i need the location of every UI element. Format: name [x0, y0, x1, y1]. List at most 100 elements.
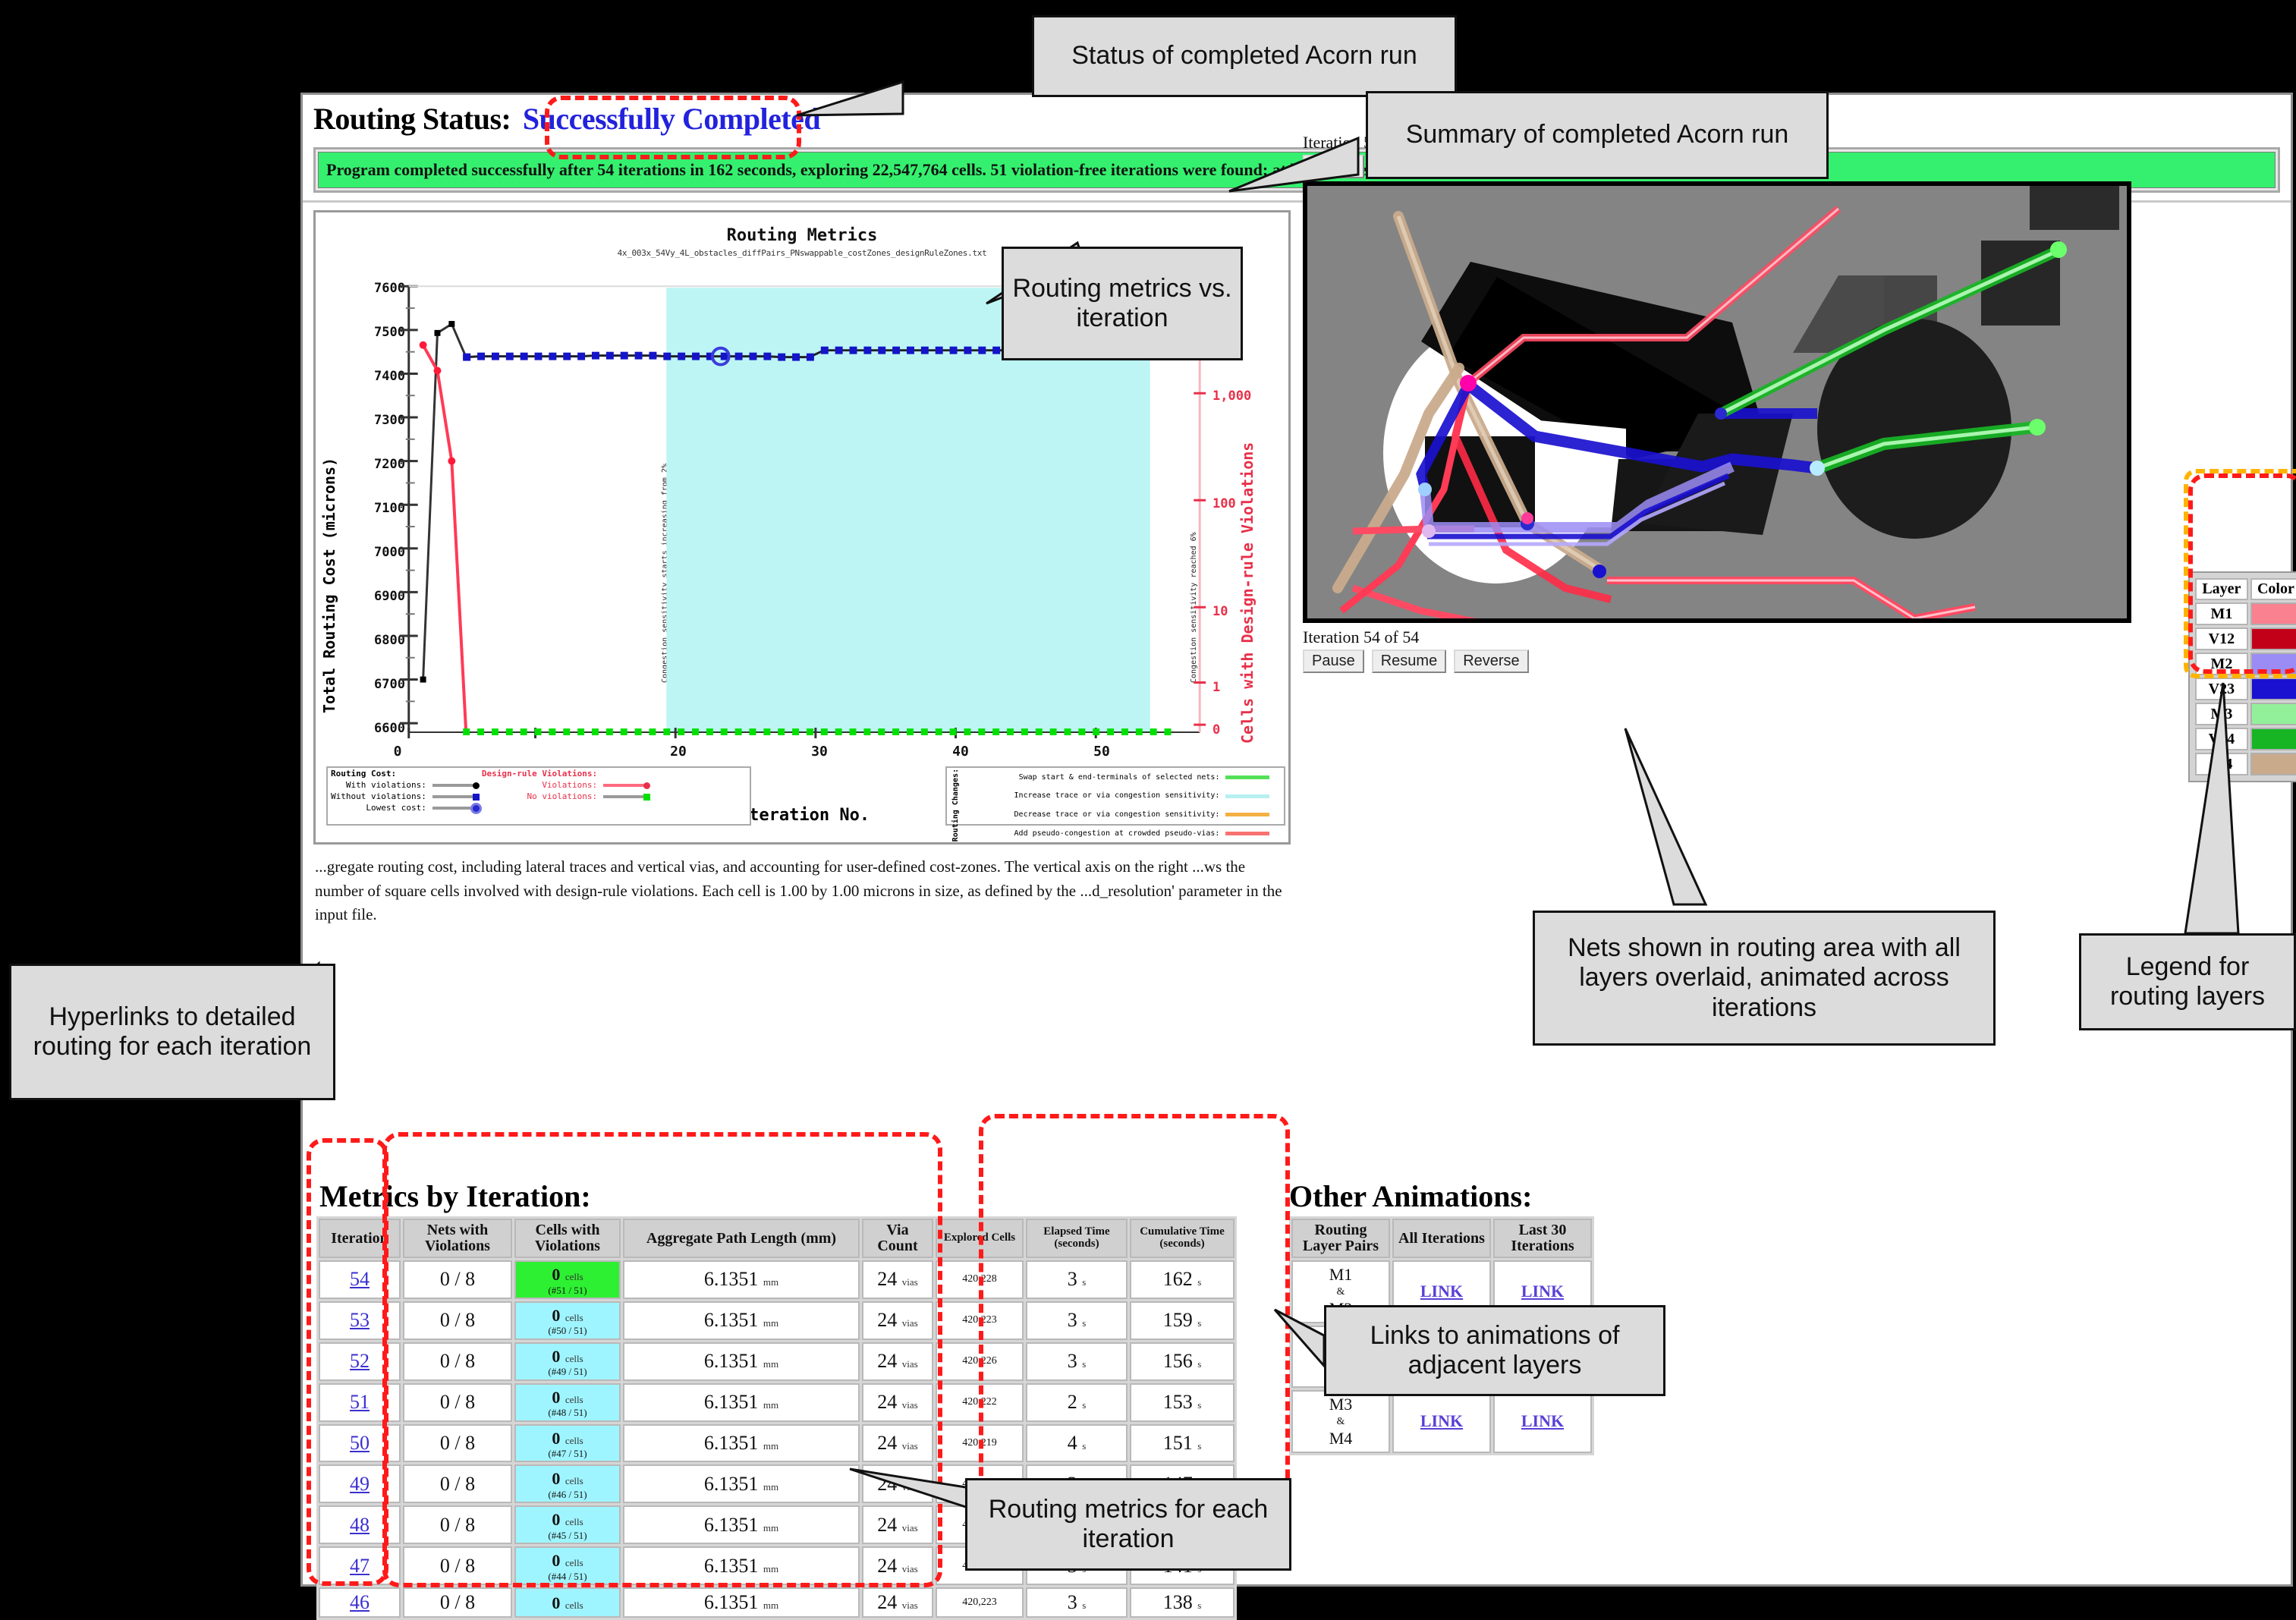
col-header-0: Iteration — [319, 1219, 401, 1258]
legend-change-increase: Increase trace or via congestion sensiti… — [1014, 791, 1220, 801]
cell-layer-pair: M3 & M4 — [1291, 1390, 1390, 1453]
callout-status: Status of completed Acorn run — [1032, 15, 1457, 97]
iteration-link[interactable]: 54 — [350, 1268, 370, 1290]
cell-via-count: 24 vias — [862, 1342, 933, 1381]
other-animations-heading: Other Animations: — [1289, 1179, 1533, 1213]
cell-nets: 0 / 8 — [403, 1587, 512, 1618]
table-row: 50 0 / 80 cells (#47 / 51) 6.1351 mm 24 vias… — [319, 1423, 1234, 1463]
all-iterations-link[interactable]: LINK — [1420, 1411, 1463, 1430]
cell-iteration[interactable]: 47 — [319, 1546, 401, 1586]
cell-iteration[interactable]: 52 — [319, 1342, 401, 1381]
cell-iteration[interactable]: 51 — [319, 1383, 401, 1422]
layer-legend-header-1: Color — [2250, 578, 2296, 600]
iteration-link[interactable]: 47 — [350, 1555, 370, 1577]
cell-explored: 420,228 — [936, 1260, 1024, 1299]
cell-violations: 0 cells — [514, 1587, 621, 1618]
legend-changes-title: Routing Changes: — [951, 769, 961, 842]
cell-path-length: 6.1351 mm — [623, 1383, 860, 1422]
layer-legend-header-0: Layer — [2195, 578, 2248, 600]
legend-drc-title: Design-rule Violations: — [481, 769, 598, 779]
iteration-link[interactable]: 46 — [350, 1591, 370, 1613]
layer-legend-row: M3 — [2195, 703, 2296, 725]
routing-status-label: Routing Status: — [313, 102, 511, 136]
iteration-link[interactable]: 52 — [350, 1350, 370, 1372]
cell-explored: 420,222 — [936, 1383, 1024, 1422]
iteration-link[interactable]: 50 — [350, 1432, 370, 1454]
cell-cumulative: 156 s — [1130, 1342, 1234, 1381]
all-iterations-link[interactable]: LINK — [1420, 1282, 1463, 1301]
cell-explored: 420,226 — [936, 1342, 1024, 1381]
cell-violations: 0 cells (#51 / 51) — [514, 1260, 621, 1299]
col-header-7: Cumulative Time (seconds) — [1130, 1219, 1234, 1258]
last30-link[interactable]: LINK — [1521, 1282, 1564, 1301]
cell-nets: 0 / 8 — [403, 1383, 512, 1422]
callout-hyperlinks: Hyperlinks to detailed routing for each … — [9, 964, 335, 1100]
legend-no-violations: No violations: — [527, 791, 598, 801]
cell-path-length: 6.1351 mm — [623, 1260, 860, 1299]
cell-nets: 0 / 8 — [403, 1464, 512, 1504]
cell-nets: 0 / 8 — [403, 1301, 512, 1340]
pause-button-top[interactable]: Pause — [1303, 155, 1364, 178]
cell-path-length: 6.1351 mm — [623, 1546, 860, 1586]
cell-elapsed: 3 s — [1026, 1587, 1128, 1618]
layer-color-swatch — [2250, 628, 2296, 650]
cell-explored: 420,223 — [936, 1587, 1024, 1618]
cell-nets: 0 / 8 — [403, 1342, 512, 1381]
cell-last30-iterations[interactable]: LINK — [1493, 1390, 1592, 1453]
cell-iteration[interactable]: 54 — [319, 1260, 401, 1299]
table-header-row: Iteration Nets with Violations Cells with … — [319, 1219, 1234, 1258]
iteration-link[interactable]: 48 — [350, 1514, 370, 1536]
cell-all-iterations[interactable]: LINK — [1392, 1390, 1491, 1453]
cell-via-count: 24 vias — [862, 1505, 933, 1545]
cell-violations: 0 cells (#45 / 51) — [514, 1505, 621, 1545]
anim-header-row: Routing Layer Pairs All Iterations Last 30… — [1291, 1219, 1592, 1258]
cell-iteration[interactable]: 53 — [319, 1301, 401, 1340]
layer-color-swatch — [2250, 653, 2296, 675]
last30-link[interactable]: LINK — [1521, 1411, 1564, 1430]
col-header-2: Cells with Violations — [514, 1219, 621, 1258]
layer-name: M4 — [2195, 753, 2248, 775]
cell-iteration[interactable]: 48 — [319, 1505, 401, 1545]
layer-color-swatch — [2250, 678, 2296, 700]
routing-area-image[interactable] — [1303, 181, 2131, 623]
iteration-link[interactable]: 49 — [350, 1473, 370, 1495]
cell-via-count: 24 vias — [862, 1423, 933, 1463]
cell-cumulative: 151 s — [1130, 1423, 1234, 1463]
cell-iteration[interactable]: 49 — [319, 1464, 401, 1504]
cell-via-count: 24 vias — [862, 1587, 933, 1618]
cell-elapsed: 3 s — [1026, 1301, 1128, 1340]
table-row: 54 0 / 80 cells (#51 / 51) 6.1351 mm 24 vias… — [319, 1260, 1234, 1299]
table-row: 46 0 / 80 cells 6.1351 mm 24 vias 420,223 3 s… — [319, 1587, 1234, 1618]
cell-iteration[interactable]: 50 — [319, 1423, 401, 1463]
iteration-link[interactable]: 53 — [350, 1309, 370, 1331]
anim-col-header-1: All Iterations — [1392, 1219, 1491, 1258]
cell-path-length: 6.1351 mm — [623, 1423, 860, 1463]
layer-name: V23 — [2195, 678, 2248, 700]
cell-elapsed: 3 s — [1026, 1342, 1128, 1381]
layer-legend-row: V12 — [2195, 628, 2296, 650]
cell-via-count: 24 vias — [862, 1260, 933, 1299]
layer-name: V12 — [2195, 628, 2248, 650]
animation-controls-bottom: Pause Resume Reverse — [1303, 650, 2198, 673]
callout-metrics-rows: Routing metrics for each iteration — [965, 1478, 1291, 1571]
legend-change-decrease: Decrease trace or via congestion sensiti… — [1014, 810, 1220, 819]
reverse-button-bottom[interactable]: Reverse — [1454, 650, 1529, 673]
callout-legend: Legend for routing layers — [2079, 933, 2296, 1030]
table-row: 53 0 / 80 cells (#50 / 51) 6.1351 mm 24 vias… — [319, 1301, 1234, 1340]
table-row: 52 0 / 80 cells (#49 / 51) 6.1351 mm 24 vias… — [319, 1342, 1234, 1381]
cell-iteration[interactable]: 46 — [319, 1587, 401, 1618]
layer-legend-row: V23 — [2195, 678, 2296, 700]
resume-button-bottom[interactable]: Resume — [1371, 650, 1447, 673]
cell-violations: 0 cells (#46 / 51) — [514, 1464, 621, 1504]
layer-legend-row: M1 — [2195, 602, 2296, 625]
cell-violations: 0 cells (#44 / 51) — [514, 1546, 621, 1586]
layer-legend-row: M2 — [2195, 653, 2296, 675]
cell-via-count: 24 vias — [862, 1464, 933, 1504]
legend-violations: Violations: — [542, 780, 598, 790]
pause-button-bottom[interactable]: Pause — [1303, 650, 1364, 673]
routing-status-line: Routing Status: Successfully Completed — [303, 95, 2291, 138]
layer-color-swatch — [2250, 703, 2296, 725]
iteration-link[interactable]: 51 — [350, 1391, 370, 1413]
cell-violations: 0 cells (#48 / 51) — [514, 1383, 621, 1422]
routing-animation-panel: Iteration 54 of 54 Pause Resume Reverse — [1303, 133, 2198, 892]
